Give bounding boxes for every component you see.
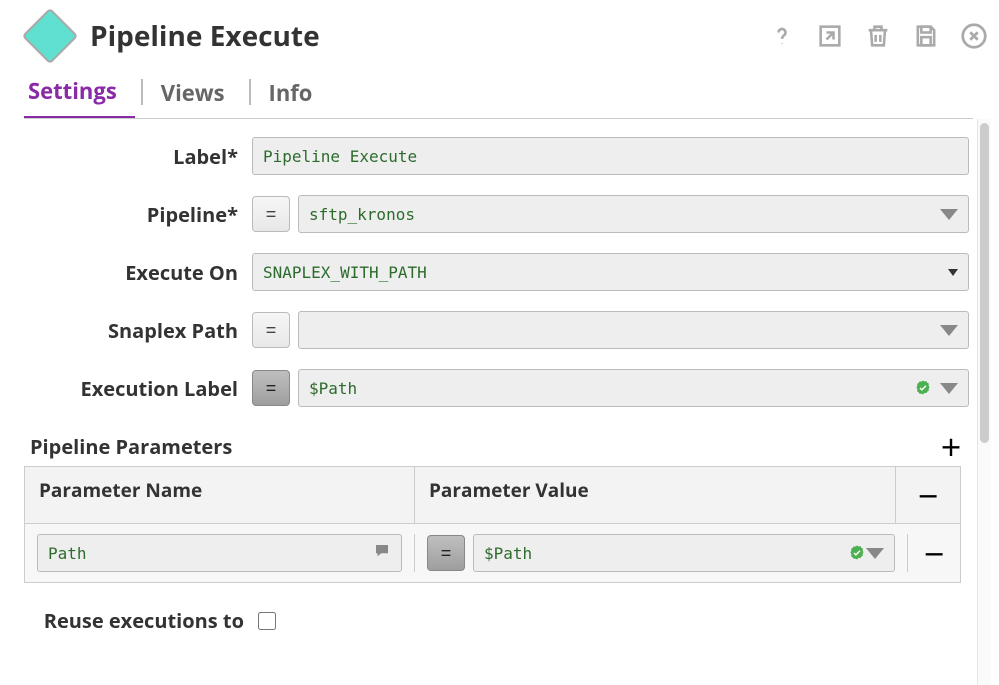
delete-icon[interactable] <box>861 19 895 53</box>
tab-info[interactable]: Info <box>265 72 331 118</box>
parameters-header: Parameter Name Parameter Value − <box>25 467 960 524</box>
execute-on-select[interactable]: SNAPLEX_WITH_PATH <box>252 253 969 291</box>
close-icon[interactable] <box>957 19 991 53</box>
label-snaplex-path: Snaplex Path <box>24 317 244 344</box>
dialog-header: Pipeline Execute <box>24 12 991 70</box>
chevron-down-icon[interactable] <box>948 269 958 276</box>
snap-icon <box>22 8 79 65</box>
param-value-input[interactable]: $Path <box>473 534 895 572</box>
parameters-table: Parameter Name Parameter Value − Path <box>24 466 961 583</box>
help-icon[interactable] <box>765 19 799 53</box>
chevron-down-icon[interactable] <box>940 325 958 336</box>
col-param-value: Parameter Value <box>415 467 896 524</box>
valid-badge-icon <box>914 379 932 397</box>
expression-toggle-param[interactable]: = <box>427 535 465 571</box>
tabs: Settings Views Info <box>24 70 991 119</box>
label-label: Label* <box>24 143 244 170</box>
remove-all-button[interactable]: − <box>910 477 946 513</box>
expression-toggle-execlabel[interactable]: = <box>252 370 290 406</box>
table-row: Path = $Path <box>25 524 960 582</box>
label-input[interactable]: Pipeline Execute <box>252 137 969 175</box>
parameters-title: Pipeline Parameters <box>30 433 232 460</box>
label-pipeline: Pipeline* <box>24 201 244 228</box>
expression-toggle-pipeline[interactable]: = <box>252 196 290 232</box>
scroll-thumb[interactable] <box>980 123 989 443</box>
pipeline-input[interactable]: sftp_kronos <box>298 195 969 233</box>
chevron-down-icon[interactable] <box>940 209 958 220</box>
add-parameter-button[interactable]: + <box>933 429 969 465</box>
dialog: Pipeline Execute Settings Views Info Lab… <box>0 0 999 685</box>
remove-row-button[interactable]: − <box>916 535 952 571</box>
label-reuse: Reuse executions to <box>24 607 244 634</box>
row-execute-on: Execute On SNAPLEX_WITH_PATH <box>24 253 969 291</box>
tab-views[interactable]: Views <box>157 72 243 118</box>
valid-badge-icon <box>848 544 866 562</box>
label-execute-on: Execute On <box>24 259 244 286</box>
tab-settings[interactable]: Settings <box>24 70 135 119</box>
scrollbar[interactable]: ▴ <box>977 119 991 685</box>
col-param-name: Parameter Name <box>25 467 415 524</box>
reuse-checkbox[interactable] <box>258 612 276 630</box>
col-param-actions: − <box>896 467 960 524</box>
chevron-down-icon[interactable] <box>940 383 958 394</box>
param-name-input[interactable]: Path <box>37 534 402 572</box>
row-label: Label* Pipeline Execute <box>24 137 969 175</box>
row-pipeline: Pipeline* = sftp_kronos <box>24 195 969 233</box>
row-execution-label: Execution Label = $Path <box>24 369 969 407</box>
expression-toggle-snaplex[interactable]: = <box>252 312 290 348</box>
export-icon[interactable] <box>813 19 847 53</box>
execution-label-input[interactable]: $Path <box>298 369 969 407</box>
dialog-title: Pipeline Execute <box>90 17 320 55</box>
snaplex-path-input[interactable] <box>298 311 969 349</box>
row-reuse: Reuse executions to <box>24 607 969 634</box>
chevron-down-icon[interactable] <box>866 548 884 559</box>
label-execution-label: Execution Label <box>24 375 244 402</box>
settings-panel: Label* Pipeline Execute Pipeline* = sftp… <box>24 119 977 685</box>
row-snaplex-path: Snaplex Path = <box>24 311 969 349</box>
save-icon[interactable] <box>909 19 943 53</box>
comment-icon[interactable] <box>373 542 391 565</box>
